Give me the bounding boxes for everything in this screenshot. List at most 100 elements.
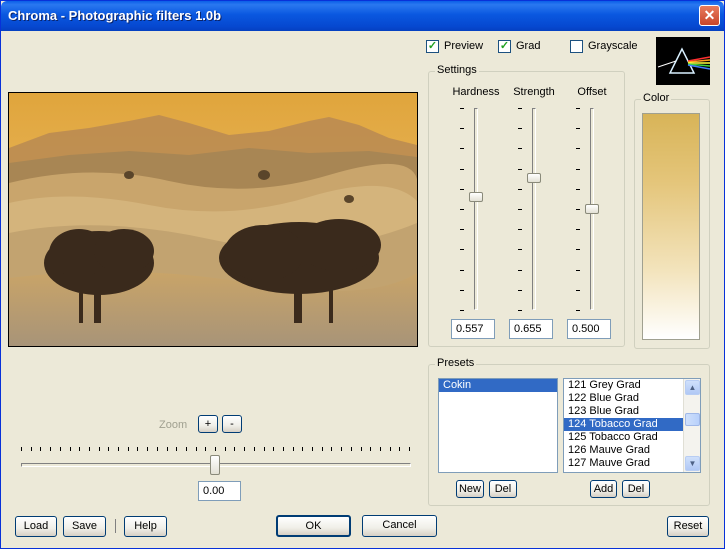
zoom-tick [185, 447, 187, 451]
close-button[interactable]: ✕ [699, 5, 720, 26]
slider-tick [518, 249, 522, 251]
slider-tick [460, 269, 464, 271]
prism-logo-icon [656, 37, 711, 85]
slider-track-1[interactable] [532, 108, 536, 310]
help-button[interactable]: Help [124, 516, 167, 537]
slider-tick [460, 310, 464, 311]
slider-tick [576, 310, 580, 311]
slider-tick [460, 289, 464, 291]
app-window: Chroma - Photographic filters 1.0b ✕ ✓ P… [0, 0, 725, 549]
color-gradient-swatch[interactable] [642, 113, 700, 340]
zoom-tick [40, 447, 42, 451]
close-icon[interactable]: ✕ [704, 7, 716, 23]
slider-thumb-1[interactable] [527, 172, 541, 183]
preset-scrollbar[interactable]: ▲ ▼ [683, 379, 700, 472]
preview-checkbox[interactable]: ✓ Preview [426, 39, 483, 53]
zoom-tick [224, 447, 226, 451]
delete-category-button[interactable]: Del [489, 480, 517, 498]
slider-value-field-0[interactable]: 0.557 [451, 319, 495, 339]
save-button[interactable]: Save [63, 516, 106, 537]
slider-thumb-2[interactable] [585, 204, 599, 214]
zoom-tick [30, 447, 32, 451]
slider-tick [518, 289, 522, 291]
preset-category-list[interactable]: Cokin [438, 378, 558, 473]
footer-separator [115, 519, 116, 533]
zoom-tick [69, 447, 71, 451]
slider-tick [576, 209, 580, 210]
zoom-tick [176, 447, 178, 451]
slider-tick [460, 188, 464, 190]
delete-preset-button[interactable]: Del [622, 480, 650, 498]
zoom-tick [409, 447, 410, 451]
window-title: Chroma - Photographic filters 1.0b [8, 8, 222, 23]
slider-tick [576, 249, 580, 251]
zoom-tick [350, 447, 352, 451]
zoom-tick [156, 447, 158, 451]
slider-thumb-0[interactable] [469, 192, 483, 203]
slider-track-0[interactable] [474, 108, 478, 310]
preset-list-item[interactable]: 123 Blue Grad [564, 405, 683, 418]
zoom-tick [118, 447, 119, 451]
add-preset-button[interactable]: Add [590, 480, 617, 498]
zoom-tick [195, 447, 197, 451]
zoom-label: Zoom [159, 419, 188, 431]
grad-checkbox[interactable]: ✓ Grad [498, 39, 540, 53]
zoom-slider-thumb[interactable] [210, 455, 220, 475]
preset-list-item[interactable]: 124 Tobacco Grad [564, 418, 683, 431]
zoom-tick [59, 447, 61, 451]
slider-tick [576, 188, 580, 190]
new-category-button[interactable]: New [456, 480, 484, 498]
scrollbar-thumb[interactable] [685, 413, 700, 426]
category-list-item[interactable]: Cokin [439, 379, 557, 392]
zoom-tick [312, 447, 313, 451]
slider-tick [518, 188, 522, 190]
slider-value-field-2[interactable]: 0.500 [567, 319, 611, 339]
arrow-up-icon[interactable]: ▲ [685, 380, 700, 395]
zoom-in-button[interactable]: + [198, 415, 218, 433]
zoom-tick [379, 447, 381, 451]
preset-list-item[interactable]: 126 Mauve Grad [564, 444, 683, 457]
zoom-value-field[interactable]: 0.00 [198, 481, 241, 501]
preset-list-item[interactable]: 125 Tobacco Grad [564, 431, 683, 444]
grad-check-mark[interactable]: ✓ [498, 39, 511, 53]
slider-value-field-1[interactable]: 0.655 [509, 319, 553, 339]
slider-tick [460, 128, 464, 130]
zoom-tick [273, 447, 275, 451]
load-button[interactable]: Load [15, 516, 57, 537]
grayscale-checkbox[interactable]: Grayscale [570, 39, 638, 53]
preset-list-item[interactable]: 127 Mauve Grad [564, 457, 683, 470]
title-bar[interactable]: Chroma - Photographic filters 1.0b ✕ [1, 1, 724, 31]
slider-tick [576, 168, 580, 170]
slider-tick [460, 209, 464, 210]
preset-list-item[interactable]: 122 Blue Grad [564, 392, 683, 405]
zoom-tick [234, 447, 236, 451]
zoom-tick [215, 447, 216, 451]
zoom-tick [166, 447, 168, 451]
reset-button[interactable]: Reset [667, 516, 709, 537]
preview-check-mark[interactable]: ✓ [426, 39, 439, 53]
slider-tick [460, 108, 464, 109]
slider-tick [518, 310, 522, 311]
slider-tick [518, 128, 522, 130]
zoom-tick [21, 447, 22, 451]
slider-tick [460, 229, 464, 231]
grad-label: Grad [516, 40, 541, 52]
slider-tick [518, 269, 522, 271]
zoom-tick [98, 447, 100, 451]
slider-tick [576, 128, 580, 130]
preset-items-list[interactable]: 121 Grey Grad 122 Blue Grad 123 Blue Grad 1… [563, 378, 701, 473]
grayscale-check-box[interactable] [570, 39, 583, 53]
zoom-out-button[interactable]: - [222, 415, 242, 433]
slider-tick [576, 289, 580, 291]
cancel-button[interactable]: Cancel [362, 515, 437, 537]
zoom-tick [127, 447, 129, 451]
slider-label-2: Offset [577, 86, 607, 98]
ok-button[interactable]: OK [276, 515, 351, 537]
zoom-tick [292, 447, 294, 451]
slider-tick [518, 148, 522, 150]
slider-tick [518, 108, 522, 109]
preset-list-item[interactable]: 121 Grey Grad [564, 379, 683, 392]
zoom-tick [50, 447, 52, 451]
slider-tick [518, 209, 522, 210]
arrow-down-icon[interactable]: ▼ [685, 456, 700, 471]
